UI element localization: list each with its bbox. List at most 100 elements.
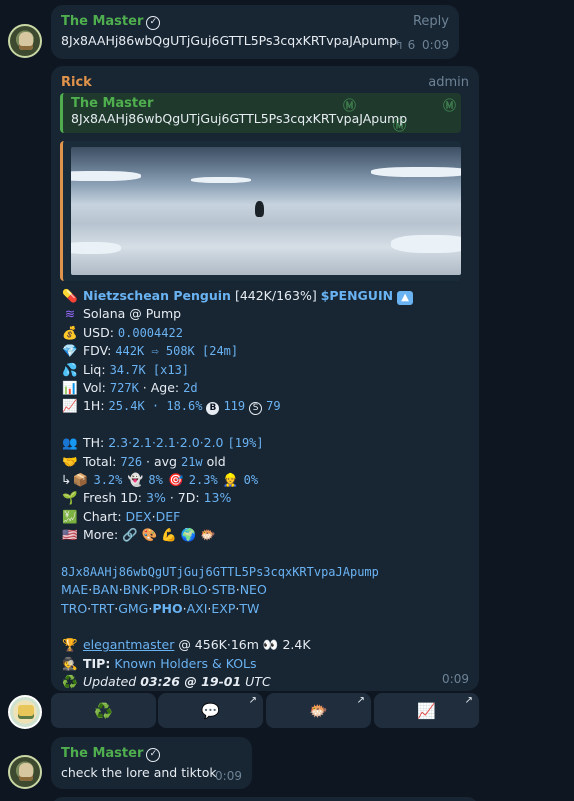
- avg-value[interactable]: 21w: [181, 455, 203, 469]
- total-suffix: old: [206, 453, 226, 469]
- message-time: 0:09: [442, 672, 469, 686]
- package-icon: 📦: [72, 471, 89, 487]
- up-arrow-icon: ▲: [397, 291, 414, 305]
- bundle-percent[interactable]: 3.2%: [93, 473, 122, 487]
- s-circle-icon: S: [249, 402, 263, 416]
- caller-link[interactable]: elegantmaster: [83, 637, 174, 652]
- message-bubble-2[interactable]: Rick admin Ⓜ Ⓜ Ⓜ The Master 8Jx8AAHj86wb…: [51, 66, 479, 691]
- link-stb[interactable]: STB: [212, 582, 236, 597]
- usd-label: USD:: [82, 324, 114, 340]
- link-neo[interactable]: NEO: [240, 582, 267, 597]
- avg-label: · avg: [146, 453, 177, 469]
- link-blo[interactable]: BLO: [183, 582, 208, 597]
- updated-prefix: Updated: [82, 674, 137, 690]
- recycle-icon: ♻️: [62, 674, 78, 690]
- pufferfish-icon[interactable]: 🐡: [200, 527, 216, 542]
- liq-value[interactable]: 34.7K [x13]: [110, 363, 189, 377]
- fresh-label: Fresh 1D:: [82, 490, 143, 506]
- solana-icon: ≋: [64, 306, 76, 322]
- chain-text: Solana @ Pump: [82, 306, 182, 322]
- next-message-bubble[interactable]: [51, 797, 479, 801]
- verified-icon: ✓: [146, 748, 161, 762]
- reply-label[interactable]: Reply: [413, 14, 449, 29]
- message-bubble-3[interactable]: The Master ✓ check the lore and tiktok 0:…: [51, 737, 252, 789]
- external-arrow-icon: ↗: [248, 695, 257, 706]
- h1-value[interactable]: 25.4K · 18.6%: [109, 399, 203, 413]
- money-bag-icon: 💰: [62, 324, 78, 340]
- th-value[interactable]: 2.3·2.1·2.1·2.0·2.0: [108, 435, 223, 450]
- verified-icon: ✓: [146, 16, 161, 30]
- contract-address[interactable]: 8Jx8AAHj86wbQgUTjGuj6GTTL5Ps3cqxKRTvpaJA…: [61, 565, 379, 579]
- refresh-button[interactable]: ♻️: [51, 693, 156, 728]
- tip-link[interactable]: Known Holders & KOLs: [114, 656, 256, 671]
- reply-quote[interactable]: Ⓜ Ⓜ Ⓜ The Master 8Jx8AAHj86wbQgUTjGuj6GT…: [60, 93, 461, 133]
- token-stats: [442K/163%]: [234, 288, 317, 303]
- globe-icon[interactable]: 🌍: [181, 527, 197, 542]
- external-arrow-icon: ↗: [464, 695, 473, 706]
- comment-button[interactable]: 💬 ↗: [158, 693, 263, 728]
- message-time: 0:09: [215, 769, 242, 783]
- preview-image[interactable]: [71, 147, 461, 275]
- updated-tz: UTC: [245, 674, 271, 690]
- h1-buys[interactable]: 119: [223, 399, 245, 413]
- link-gmg[interactable]: GMG: [118, 601, 148, 616]
- chart-button[interactable]: 📈 ↗: [374, 693, 479, 728]
- link-preview[interactable]: [60, 141, 461, 281]
- chart-def-link[interactable]: DEF: [156, 509, 181, 524]
- reply-count[interactable]: 6: [408, 38, 416, 52]
- token-name-link[interactable]: Nietzschean Penguin: [83, 288, 231, 303]
- message-bubble-1[interactable]: The Master ✓ Reply 8Jx8AAHj86wbQgUTjGuj6G…: [51, 5, 459, 59]
- sender-name[interactable]: The Master: [61, 746, 143, 761]
- link-icon[interactable]: 🔗: [122, 527, 138, 542]
- link-tro[interactable]: TRO: [61, 601, 87, 616]
- ticker-link[interactable]: $PENGUIN: [321, 288, 393, 303]
- link-pho[interactable]: PHO: [152, 601, 182, 616]
- age-value[interactable]: 2d: [183, 381, 197, 395]
- pufferfish-button[interactable]: 🐡 ↗: [266, 693, 371, 728]
- link-ban[interactable]: BAN: [92, 582, 118, 597]
- sniper-percent[interactable]: 2.3%: [189, 473, 218, 487]
- pill-icon: 💊: [62, 288, 78, 303]
- tip-label: TIP:: [82, 655, 111, 671]
- avatar-the-master[interactable]: [8, 24, 42, 58]
- h1-sells[interactable]: 79: [266, 399, 280, 413]
- chart-dex-link[interactable]: DEX: [126, 509, 152, 524]
- link-tw[interactable]: TW: [239, 601, 259, 616]
- chart-yen-icon: 💹: [62, 508, 78, 524]
- total-value[interactable]: 726: [120, 455, 142, 469]
- message-time: 0:09: [422, 38, 449, 52]
- dev-percent[interactable]: 0%: [244, 473, 258, 487]
- flexed-biceps-icon[interactable]: 💪: [161, 527, 177, 542]
- gem-icon: 💎: [62, 343, 78, 359]
- link-mae[interactable]: MAE: [61, 582, 88, 597]
- h1-label: 1H:: [82, 398, 105, 414]
- chart-increasing-icon: 📈: [417, 701, 436, 720]
- total-label: Total:: [82, 453, 117, 469]
- message-text: 8Jx8AAHj86wbQgUTjGuj6GTTL5Ps3cqxKRTvpaJA…: [61, 33, 398, 48]
- fresh-1d[interactable]: 3%: [146, 490, 166, 505]
- sender-name[interactable]: Rick: [61, 75, 92, 90]
- link-axi[interactable]: AXI: [187, 601, 208, 616]
- usd-value[interactable]: 0.0004422: [118, 326, 183, 340]
- ghost-percent[interactable]: 8%: [148, 473, 162, 487]
- pufferfish-icon: 🐡: [309, 701, 328, 720]
- sender-name[interactable]: The Master: [61, 14, 143, 29]
- link-bnk[interactable]: BNK: [123, 582, 149, 597]
- vol-value[interactable]: 727K: [110, 381, 139, 395]
- return-arrow-icon: ↳: [61, 471, 72, 487]
- th-label: TH:: [82, 435, 105, 451]
- chart-label: Chart:: [82, 508, 122, 524]
- link-pdr[interactable]: PDR: [153, 582, 179, 597]
- th-total[interactable]: [19%]: [228, 436, 264, 450]
- palette-icon[interactable]: 🎨: [142, 527, 158, 542]
- fresh-7d[interactable]: 13%: [204, 490, 232, 505]
- penguin-figure: [255, 201, 264, 217]
- external-arrow-icon: ↗: [356, 695, 365, 706]
- fdv-value[interactable]: 442K ⇨ 508K [24m]: [115, 344, 238, 358]
- avatar-the-master[interactable]: [8, 755, 42, 789]
- avatar-bot[interactable]: [8, 695, 42, 729]
- fdv-label: FDV:: [82, 343, 112, 359]
- link-exp[interactable]: EXP: [211, 601, 235, 616]
- message-text: check the lore and tiktok: [61, 765, 217, 780]
- link-trt[interactable]: TRT: [91, 601, 114, 616]
